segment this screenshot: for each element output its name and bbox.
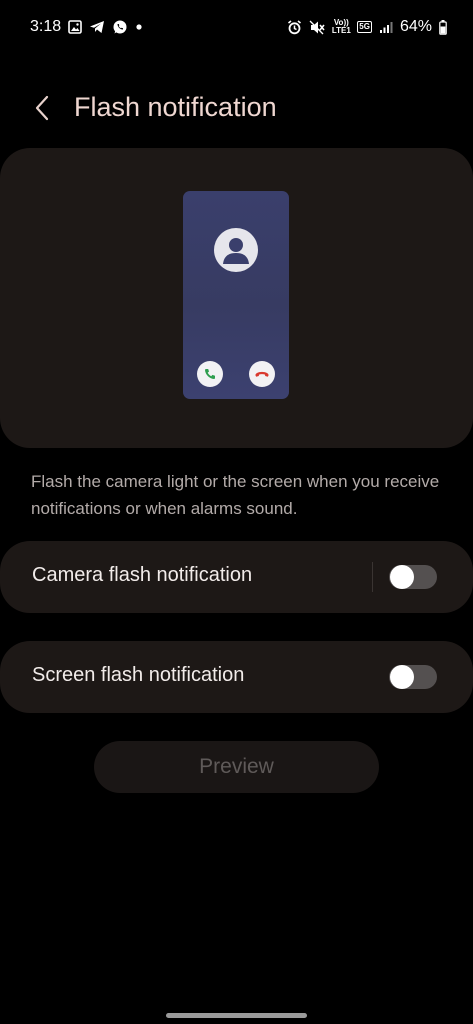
status-right: Vo)) LTE1 5G 64% (287, 18, 447, 36)
mute-icon (309, 20, 325, 35)
camera-flash-setting-row[interactable]: Camera flash notification (0, 541, 473, 613)
volte-label: Vo)) LTE1 (331, 18, 351, 35)
contact-avatar-icon (214, 228, 258, 272)
page-title: Flash notification (74, 92, 277, 122)
row-divider (372, 562, 373, 592)
network-type-label: 5G (357, 21, 372, 33)
screen-flash-toggle[interactable] (389, 665, 437, 689)
screen-flash-setting-row[interactable]: Screen flash notification (0, 641, 473, 713)
incoming-call-illustration (183, 191, 289, 399)
more-notifications-dot-icon (135, 23, 143, 31)
telegram-icon (89, 20, 105, 34)
toggle-knob (390, 665, 414, 689)
back-button[interactable] (24, 90, 60, 126)
preview-button[interactable]: Preview (94, 741, 379, 793)
signal-icon (379, 21, 393, 34)
battery-percent: 64% (399, 18, 432, 35)
camera-flash-toggle[interactable] (389, 565, 437, 589)
camera-flash-label: Camera flash notification (32, 564, 253, 586)
accept-call-icon (197, 361, 223, 387)
chevron-left-icon (34, 95, 50, 121)
status-bar: 3:18 Vo)) LTE1 5G 64% (0, 0, 473, 56)
gallery-icon (68, 20, 82, 34)
status-time: 3:18 (30, 18, 62, 35)
alarm-icon (287, 19, 302, 35)
battery-icon (439, 19, 447, 35)
feature-description: Flash the camera light or the screen whe… (31, 472, 440, 518)
status-left: 3:18 (30, 18, 143, 36)
home-indicator[interactable] (166, 1013, 307, 1018)
illustration-card (0, 148, 473, 448)
screen-flash-label: Screen flash notification (32, 664, 245, 686)
header: Flash notification (0, 78, 473, 138)
whatsapp-icon (112, 19, 128, 35)
decline-call-icon (249, 361, 275, 387)
toggle-knob (390, 565, 414, 589)
